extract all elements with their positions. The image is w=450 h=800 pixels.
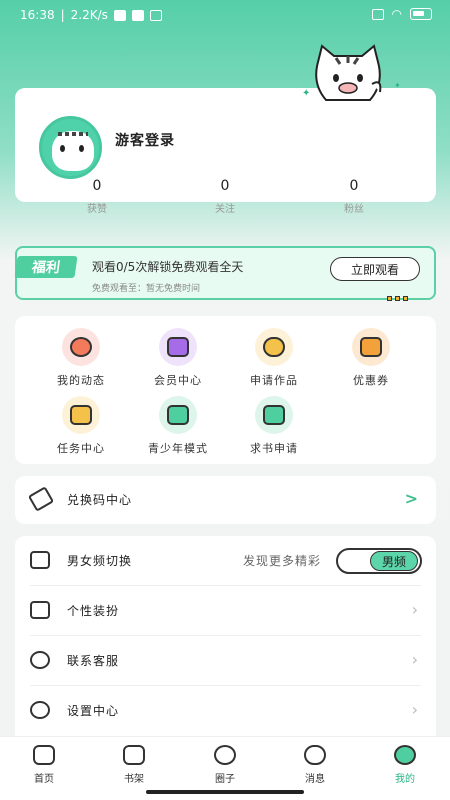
coupon-icon bbox=[352, 328, 390, 366]
stat-following[interactable]: 0 关注 bbox=[185, 178, 265, 215]
upload-cloud-icon bbox=[255, 328, 293, 366]
avatar[interactable] bbox=[39, 116, 102, 179]
status-time: 16:38 bbox=[20, 8, 55, 22]
grid-item-apply-works[interactable]: 申请作品 bbox=[234, 328, 314, 388]
stat-following-label: 关注 bbox=[215, 204, 235, 215]
circle-icon bbox=[214, 745, 236, 765]
dynamic-icon bbox=[62, 328, 100, 366]
app-notification-icon bbox=[113, 9, 126, 21]
grid-item-label: 求书申请 bbox=[250, 442, 298, 455]
grid-item-book-request[interactable]: 求书申请 bbox=[234, 396, 314, 456]
profile-icon bbox=[394, 745, 416, 765]
settings-list: 男女频切换 发现更多精彩 男频 个性装扮 › 联系客服 › 设置中心 › bbox=[15, 536, 436, 746]
message-icon bbox=[304, 745, 326, 765]
welfare-subtitle: 免费观看至：暂无免费时间 bbox=[92, 284, 201, 294]
bottom-tab-bar: 首页 书架 圈子 消息 我的 bbox=[0, 736, 450, 800]
list-item-label: 个性装扮 bbox=[67, 604, 120, 618]
redeem-code-label: 兑换码中心 bbox=[67, 493, 133, 507]
home-icon bbox=[33, 745, 55, 765]
gender-toggle-value: 男频 bbox=[370, 551, 418, 571]
wifi-icon: ◠ bbox=[391, 7, 402, 21]
stat-likes-label: 获赞 bbox=[87, 204, 107, 215]
gender-switch-row[interactable]: 男女频切换 发现更多精彩 男频 bbox=[15, 536, 436, 586]
network-speed: 2.2K/s bbox=[70, 8, 108, 22]
app-notification-icon-2 bbox=[131, 9, 144, 21]
graduation-cap-icon bbox=[159, 396, 197, 434]
grid-item-coupons[interactable]: 优惠券 bbox=[331, 328, 411, 388]
list-item-label: 联系客服 bbox=[67, 654, 120, 668]
tab-label: 圈子 bbox=[215, 774, 235, 785]
grid-item-label: 申请作品 bbox=[250, 374, 298, 387]
grid-item-label: 我的动态 bbox=[57, 374, 105, 387]
switch-icon bbox=[30, 551, 50, 569]
redeem-code-row[interactable]: 兑换码中心 > bbox=[15, 476, 436, 524]
grid-item-my-dynamics[interactable]: 我的动态 bbox=[41, 328, 121, 388]
ticket-icon bbox=[27, 486, 55, 512]
tab-messages[interactable]: 消息 bbox=[285, 745, 345, 785]
welfare-title: 观看0/5次解锁免费观看全天 bbox=[92, 260, 244, 274]
tab-home[interactable]: 首页 bbox=[14, 745, 74, 785]
gender-toggle[interactable]: 男频 bbox=[336, 548, 422, 574]
cat-avatar-face bbox=[52, 131, 94, 171]
grid-item-label: 优惠券 bbox=[353, 374, 389, 387]
grid-item-label: 青少年模式 bbox=[148, 442, 208, 455]
tab-circle[interactable]: 圈子 bbox=[195, 745, 255, 785]
battery-icon bbox=[410, 8, 432, 20]
settings-icon bbox=[30, 701, 50, 719]
tab-label: 消息 bbox=[305, 774, 325, 785]
grid-item-label: 任务中心 bbox=[57, 442, 105, 455]
sim-icon bbox=[371, 8, 384, 20]
dress-icon bbox=[30, 601, 50, 619]
welfare-banner[interactable]: 福利 观看0/5次解锁免费观看全天 免费观看至：暂无免费时间 立即观看 bbox=[14, 246, 436, 301]
gender-switch-label: 男女频切换 bbox=[67, 554, 133, 568]
list-item-label: 设置中心 bbox=[67, 704, 120, 718]
app-notification-icon-3 bbox=[149, 9, 162, 21]
cat-mascot-icon: ✦ ✦ bbox=[302, 44, 401, 101]
chevron-right-icon: > bbox=[404, 489, 418, 508]
tab-label: 我的 bbox=[395, 774, 415, 785]
stat-likes[interactable]: 0 获赞 bbox=[57, 178, 137, 215]
stat-fans[interactable]: 0 粉丝 bbox=[314, 178, 394, 215]
vip-diamond-icon bbox=[159, 328, 197, 366]
svg-text:✦: ✦ bbox=[394, 81, 401, 90]
grid-item-label: 会员中心 bbox=[154, 374, 202, 387]
chevron-right-icon: › bbox=[411, 600, 418, 619]
chevron-right-icon: › bbox=[411, 700, 418, 719]
tab-label: 书架 bbox=[124, 774, 144, 785]
grid-item-vip-center[interactable]: 会员中心 bbox=[138, 328, 218, 388]
stat-fans-value: 0 bbox=[349, 178, 359, 194]
stat-following-value: 0 bbox=[220, 178, 230, 194]
headset-icon bbox=[30, 651, 50, 669]
tab-bookshelf[interactable]: 书架 bbox=[104, 745, 164, 785]
welfare-tag: 福利 bbox=[14, 256, 78, 278]
task-calendar-icon bbox=[62, 396, 100, 434]
stat-fans-label: 粉丝 bbox=[344, 204, 364, 215]
gender-switch-hint: 发现更多精彩 bbox=[242, 554, 321, 568]
list-item-dress-up[interactable]: 个性装扮 › bbox=[15, 586, 436, 636]
home-indicator[interactable] bbox=[146, 790, 304, 794]
grid-item-youth-mode[interactable]: 青少年模式 bbox=[138, 396, 218, 456]
book-request-icon bbox=[255, 396, 293, 434]
chevron-right-icon: › bbox=[411, 650, 418, 669]
bookshelf-icon bbox=[123, 745, 145, 765]
list-item-settings[interactable]: 设置中心 › bbox=[15, 686, 436, 736]
feature-grid: 我的动态 会员中心 申请作品 优惠券 任务中心 青少年模式 求书申请 bbox=[15, 316, 436, 464]
banner-decoration bbox=[387, 296, 408, 301]
status-bar: 16:38 | 2.2K/s ◠ bbox=[0, 0, 450, 32]
watch-now-button[interactable]: 立即观看 bbox=[330, 257, 420, 281]
list-item-customer-service[interactable]: 联系客服 › bbox=[15, 636, 436, 686]
tab-label: 首页 bbox=[34, 774, 54, 785]
grid-item-task-center[interactable]: 任务中心 bbox=[41, 396, 121, 456]
guest-login-link[interactable]: 游客登录 bbox=[115, 130, 175, 150]
stat-likes-value: 0 bbox=[92, 178, 102, 194]
tab-profile[interactable]: 我的 bbox=[375, 745, 435, 785]
svg-text:✦: ✦ bbox=[302, 88, 310, 99]
